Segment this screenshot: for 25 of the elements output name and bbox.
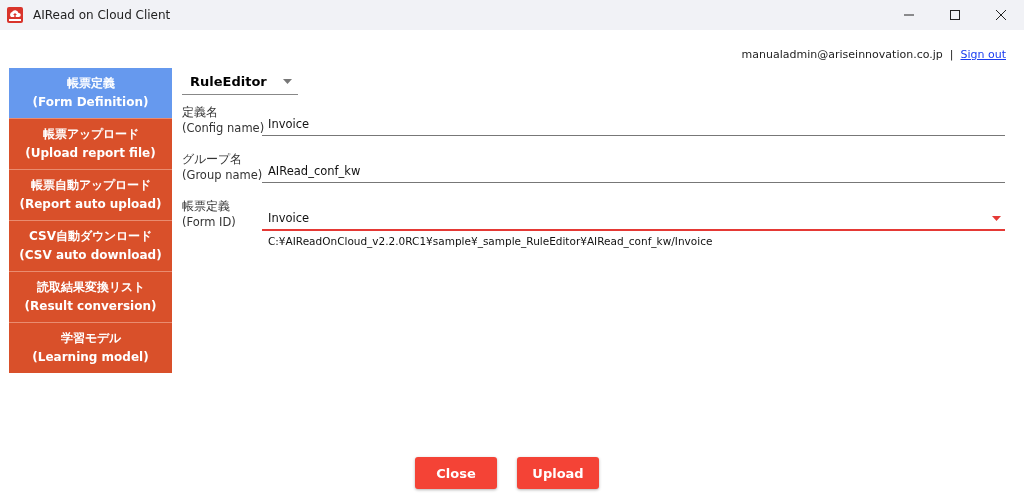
action-button[interactable]: Close bbox=[415, 457, 497, 489]
field-label: 定義名 (Config name) bbox=[182, 104, 262, 136]
user-email: manualadmin@ariseinnovation.co.jp bbox=[741, 47, 943, 61]
caret-icon bbox=[283, 78, 292, 84]
form-id-dropdown[interactable]: Invoice bbox=[262, 207, 1005, 231]
maximize-icon[interactable] bbox=[949, 9, 961, 21]
sidebar-item[interactable]: 帳票アップロード (Upload report file) bbox=[9, 119, 172, 169]
field-label: 帳票定義 (Form ID) bbox=[182, 198, 237, 231]
action-button[interactable]: Upload bbox=[517, 457, 599, 489]
cloud-upload-icon bbox=[7, 7, 23, 23]
sidebar-item[interactable]: 帳票自動アップロード (Report auto upload) bbox=[9, 170, 172, 220]
text-field[interactable]: AIRead_conf_kw bbox=[262, 160, 1005, 183]
file-path: C:¥AIReadOnCloud_v2.2.0RC1¥sample¥_sample_RuleEditor¥AIRead_conf_kw/Invoice bbox=[267, 234, 714, 250]
text-field[interactable]: Invoice bbox=[262, 113, 1005, 136]
sidebar-item[interactable]: 学習モデル (Learning model) bbox=[9, 323, 172, 373]
sign-out-link[interactable]: Sign out bbox=[960, 47, 1006, 61]
window-title: AIRead on Cloud Client bbox=[33, 8, 171, 22]
sidebar-item[interactable]: CSV自動ダウンロード (CSV auto download) bbox=[9, 221, 172, 271]
close-icon[interactable] bbox=[995, 9, 1007, 21]
sidebar-item[interactable]: 帳票定義 (Form Definition) bbox=[9, 68, 172, 118]
field-label: グループ名 (Group name) bbox=[182, 151, 262, 183]
caret-icon bbox=[992, 215, 1001, 221]
mode-dropdown[interactable]: RuleEditor bbox=[182, 68, 298, 95]
separator-text: | bbox=[949, 47, 954, 61]
sidebar-item[interactable]: 読取結果変換リスト (Result conversion) bbox=[9, 272, 172, 322]
